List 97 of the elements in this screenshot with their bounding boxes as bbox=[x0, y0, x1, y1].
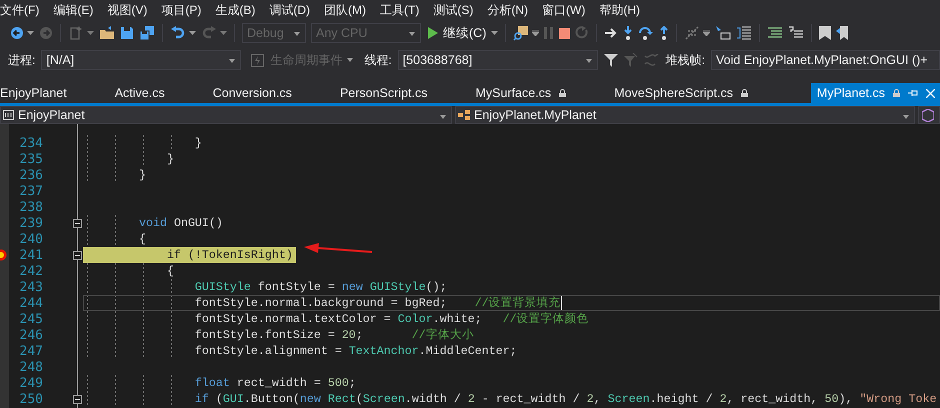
caret-icon[interactable] bbox=[703, 30, 710, 36]
line-number: 246 bbox=[18, 328, 43, 342]
menu-item[interactable]: 生成(B) bbox=[215, 2, 256, 18]
caret-icon[interactable] bbox=[491, 31, 498, 35]
line-number: 239 bbox=[18, 216, 43, 230]
code-line: { bbox=[166, 263, 174, 279]
line-number: 236 bbox=[18, 168, 43, 182]
list-icon[interactable] bbox=[736, 25, 752, 41]
step-over-icon[interactable] bbox=[638, 26, 654, 40]
menu-item[interactable]: 编辑(E) bbox=[53, 2, 94, 18]
caret-icon[interactable] bbox=[27, 31, 34, 35]
line-number: 244 bbox=[18, 296, 43, 310]
menu-item[interactable]: 项目(P) bbox=[161, 2, 202, 18]
code-line: fontStyle.fontSize = 20; //字体大小 bbox=[194, 327, 474, 343]
menu-item[interactable]: 视图(V) bbox=[107, 2, 148, 18]
bookmark-arrow-icon[interactable] bbox=[836, 26, 848, 40]
save-all-icon[interactable] bbox=[139, 25, 155, 41]
thread-dropdown[interactable]: [503688768] bbox=[398, 50, 598, 70]
line-number: 245 bbox=[18, 312, 43, 326]
menu-item[interactable]: 测试(S) bbox=[433, 2, 474, 18]
continue-button[interactable]: 继续(C) bbox=[426, 24, 488, 42]
line-number: 234 bbox=[18, 136, 43, 150]
new-item-icon[interactable] bbox=[68, 25, 84, 41]
file-tab[interactable]: Active.cs bbox=[114, 83, 165, 103]
help-lines-icon[interactable] bbox=[788, 26, 804, 40]
right-arrow-icon[interactable] bbox=[604, 27, 618, 39]
pin-icon[interactable] bbox=[908, 88, 918, 98]
file-tab[interactable]: MoveSphereScript.cs bbox=[614, 83, 748, 103]
lightning-icon bbox=[251, 54, 264, 66]
menu-item[interactable]: 帮助(H) bbox=[599, 2, 640, 18]
line-number: 248 bbox=[18, 360, 43, 374]
stop-icon[interactable] bbox=[559, 28, 570, 38]
code-line: fontStyle.normal.textColor = Color.white; //设置字体颜色 bbox=[194, 311, 589, 327]
process-label: 进程: bbox=[8, 52, 36, 68]
line-number: 243 bbox=[18, 280, 43, 294]
code-line: { bbox=[138, 231, 146, 247]
code-line: float rect_width = 500; bbox=[194, 375, 356, 391]
code-line: } bbox=[166, 151, 174, 167]
find-icon[interactable] bbox=[513, 25, 530, 41]
file-tab[interactable]: PersonScript.cs bbox=[340, 83, 428, 103]
pointer-list-icon[interactable] bbox=[715, 25, 732, 41]
code-line: fontStyle.alignment = TextAnchor.MiddleCenter; bbox=[194, 343, 517, 359]
restart-icon[interactable] bbox=[575, 26, 590, 40]
undo-icon[interactable] bbox=[170, 25, 186, 41]
code-line: void OnGUI() bbox=[138, 215, 223, 231]
member-dropdown[interactable] bbox=[918, 106, 940, 124]
save-icon[interactable] bbox=[120, 26, 134, 40]
code-line: fontStyle.normal.background = bgRed; //设置背景填充 bbox=[194, 295, 562, 311]
caret-icon[interactable] bbox=[532, 30, 540, 36]
play-icon bbox=[428, 27, 438, 39]
lines-icon[interactable] bbox=[767, 26, 784, 40]
file-tab[interactable]: MyPlanet.cs bbox=[810, 83, 940, 103]
line-number: 240 bbox=[18, 232, 43, 246]
project-icon bbox=[3, 110, 14, 120]
line-number: 247 bbox=[18, 344, 43, 358]
collapse-icon[interactable] bbox=[73, 394, 82, 404]
annotation-arrow bbox=[304, 243, 374, 255]
line-number: 238 bbox=[18, 200, 43, 214]
menu-item[interactable]: 团队(M) bbox=[324, 2, 366, 18]
close-icon[interactable] bbox=[926, 88, 935, 98]
line-number: 235 bbox=[18, 152, 43, 166]
caret-icon[interactable] bbox=[189, 31, 196, 35]
back-icon[interactable] bbox=[10, 26, 24, 40]
code-line: } bbox=[138, 167, 146, 183]
thread-label: 线程: bbox=[364, 52, 392, 68]
bookmark-icon[interactable] bbox=[819, 26, 832, 40]
menu-item[interactable]: 调试(D) bbox=[269, 2, 310, 18]
line-number: 237 bbox=[18, 184, 43, 198]
cube-icon bbox=[922, 108, 934, 122]
line-number: 250 bbox=[18, 392, 43, 406]
menu-item[interactable]: 分析(N) bbox=[487, 2, 528, 18]
menu-item[interactable]: 文件(F) bbox=[0, 2, 40, 18]
process-dropdown[interactable]: [N/A] bbox=[41, 50, 242, 70]
code-line: GUIStyle fontStyle = new GUIStyle(); bbox=[194, 279, 447, 295]
step-out-icon[interactable] bbox=[659, 26, 670, 40]
class-icon bbox=[458, 110, 470, 120]
file-tab[interactable]: Conversion.cs bbox=[212, 83, 292, 103]
line-number: 242 bbox=[18, 264, 43, 278]
folder-icon[interactable] bbox=[99, 25, 115, 41]
stack-frame-label: 堆栈帧: bbox=[666, 52, 706, 68]
step-into-icon[interactable] bbox=[623, 26, 634, 40]
line-number: 241 bbox=[18, 248, 43, 262]
stack-frame-dropdown[interactable]: Void EnjoyPlanet.MyPlanet:OnGUI ()+ bbox=[711, 50, 940, 70]
code-line: } bbox=[194, 135, 202, 151]
filter-icon[interactable] bbox=[604, 53, 618, 67]
menu-item[interactable]: 窗口(W) bbox=[542, 2, 586, 18]
line-number: 249 bbox=[18, 376, 43, 390]
caret-icon[interactable] bbox=[87, 31, 94, 35]
project-dropdown[interactable]: EnjoyPlanet bbox=[0, 106, 452, 124]
code-line: if (GUI.Button(new Rect(Screen.width / 2 - rect_width / 2, Screen.height / 2, rect_width, 50), "Wrong Toke bbox=[194, 391, 937, 407]
menu-item[interactable]: 工具(T) bbox=[380, 2, 420, 18]
file-tab[interactable]: EnjoyPlanet bbox=[0, 83, 67, 103]
type-dropdown[interactable]: EnjoyPlanet.MyPlanet bbox=[455, 106, 915, 124]
file-tab[interactable]: MySurface.cs bbox=[475, 83, 566, 103]
collapse-icon[interactable] bbox=[73, 218, 82, 228]
caret-icon[interactable] bbox=[220, 31, 227, 35]
collapse-icon[interactable] bbox=[73, 250, 82, 260]
